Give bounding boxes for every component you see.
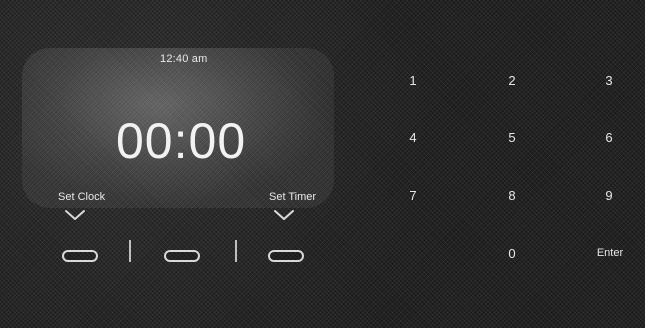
key-7[interactable]: 7 — [399, 188, 427, 203]
key-2[interactable]: 2 — [498, 73, 526, 88]
set-clock-button[interactable] — [62, 250, 98, 262]
set-timer-label: Set Timer — [269, 191, 317, 203]
middle-softkey-button[interactable] — [164, 250, 200, 262]
set-timer-button[interactable] — [268, 250, 304, 262]
enter-key[interactable]: Enter — [590, 247, 630, 259]
divider — [129, 240, 131, 262]
control-panel: 12:40 am 00:00 Set Clock Set Timer 1 2 3… — [0, 0, 645, 328]
key-9[interactable]: 9 — [595, 188, 623, 203]
current-time: 12:40 am — [160, 53, 208, 65]
key-4[interactable]: 4 — [399, 130, 427, 145]
key-3[interactable]: 3 — [595, 73, 623, 88]
key-5[interactable]: 5 — [498, 130, 526, 145]
divider — [235, 240, 237, 262]
timer-display: 00:00 — [116, 113, 247, 169]
key-8[interactable]: 8 — [498, 188, 526, 203]
chevron-down-icon — [274, 210, 294, 220]
key-0[interactable]: 0 — [498, 246, 526, 261]
key-1[interactable]: 1 — [399, 73, 427, 88]
chevron-down-icon — [65, 210, 85, 220]
set-clock-label: Set Clock — [58, 191, 106, 203]
key-6[interactable]: 6 — [595, 130, 623, 145]
